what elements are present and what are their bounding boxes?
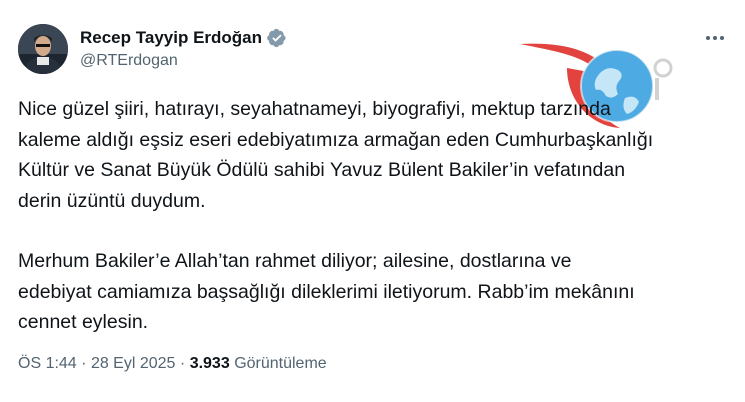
- views-label: Görüntüleme: [234, 355, 327, 372]
- more-dot: [713, 36, 717, 40]
- avatar[interactable]: [18, 24, 68, 74]
- tweet-line: derin üzüntü duydum.: [18, 189, 206, 212]
- views-count: 3.933: [189, 355, 230, 372]
- tweet-text: Nice güzel şiiri, hatırayı, seyahatnamey…: [18, 94, 718, 338]
- tweet-time[interactable]: ÖS 1:44: [18, 355, 77, 372]
- tweet-line: Nice güzel şiiri, hatırayı, seyahatnamey…: [18, 98, 611, 120]
- tweet-meta: ÖS 1:44 · 28 Eyl 2025 · 3.933 Görüntülem…: [18, 355, 327, 373]
- more-dot: [706, 36, 710, 40]
- tweet-line: Kültür ve Sanat Büyük Ödülü sahibi Yavuz…: [18, 159, 626, 181]
- tweet-line: edebiyat camiamıza başsağlığı dileklerim…: [18, 280, 635, 303]
- meta-separator: ·: [81, 355, 87, 372]
- verified-badge-icon[interactable]: [267, 28, 287, 48]
- author-display-name[interactable]: Recep Tayyip Erdoğan: [80, 28, 262, 48]
- tweet-line: cennet eylesin.: [18, 311, 149, 333]
- more-dot: [720, 36, 724, 40]
- avatar-image: [18, 24, 68, 74]
- author-name-row[interactable]: Recep Tayyip Erdoğan: [80, 28, 287, 48]
- tweet-line: kaleme aldığı eşsiz eseri edebiyatımıza …: [18, 128, 654, 151]
- tweet-paragraph-1: Nice güzel şiiri, hatırayı, seyahatnamey…: [18, 94, 718, 216]
- tweet-line: Merhum Bakiler’e Allah’tan rahmet diliyo…: [18, 250, 572, 272]
- tweet-card: Recep Tayyip Erdoğan @RTErdogan Nice güz…: [0, 0, 745, 402]
- meta-separator: ·: [179, 355, 186, 372]
- tweet-date[interactable]: 28 Eyl 2025: [91, 355, 176, 372]
- more-options-icon[interactable]: [700, 26, 730, 50]
- tweet-paragraph-2: Merhum Bakiler’e Allah’tan rahmet diliyo…: [18, 246, 718, 338]
- author-handle[interactable]: @RTErdogan: [80, 52, 178, 70]
